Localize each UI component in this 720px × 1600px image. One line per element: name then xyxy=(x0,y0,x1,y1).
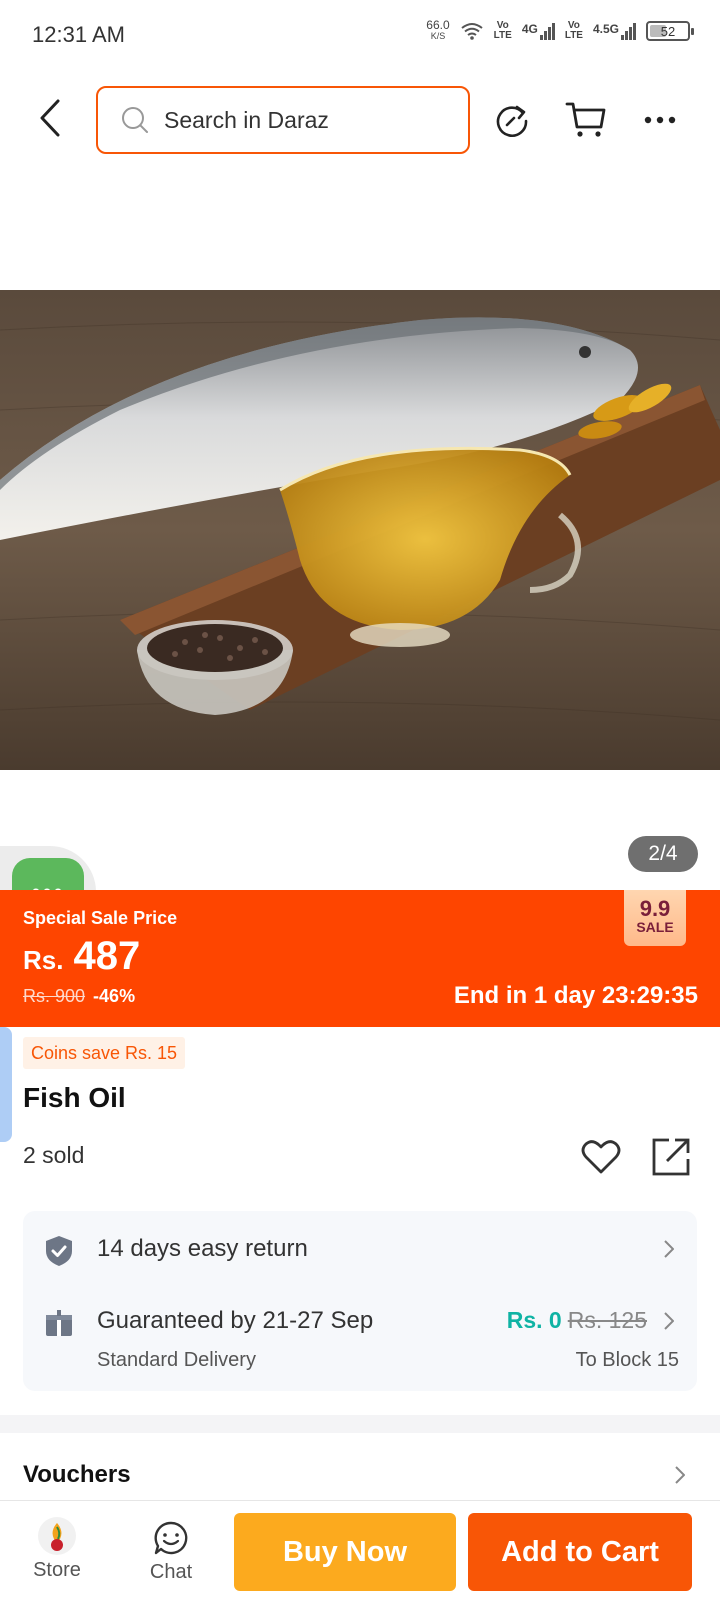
delivery-destination: To Block 15 xyxy=(575,1349,679,1371)
price-amount: 487 xyxy=(73,934,141,978)
section-divider xyxy=(0,1415,720,1433)
signal-bars-icon xyxy=(539,22,555,40)
wifi-icon xyxy=(461,23,483,40)
status-time: 12:31 AM xyxy=(32,22,125,47)
vouchers-label: Vouchers xyxy=(23,1461,131,1488)
battery-level: 52 xyxy=(660,23,676,39)
bottom-action-bar: Store Chat Buy Now Add to Cart xyxy=(0,1500,720,1600)
more-options-button[interactable] xyxy=(638,98,682,142)
return-policy-text: 14 days easy return xyxy=(97,1235,308,1262)
package-icon xyxy=(43,1307,75,1339)
discount-percent: -46% xyxy=(93,986,136,1006)
share-button[interactable] xyxy=(648,1134,694,1180)
network-speed-unit: K/S xyxy=(430,31,446,41)
delivery-fee-current: Rs. 0 xyxy=(506,1307,562,1333)
network-type-2: 4.5G xyxy=(592,22,619,36)
chat-button[interactable]: Chat xyxy=(126,1511,216,1591)
refresh-icon xyxy=(496,105,528,137)
cart-button[interactable] xyxy=(564,98,608,142)
heart-icon xyxy=(581,1140,621,1174)
chevron-right-icon xyxy=(659,1309,679,1333)
sale-badge-label: SALE xyxy=(636,919,674,935)
battery-icon: 52 xyxy=(646,21,694,41)
delivery-fee: Rs. 0 Rs. 125 xyxy=(507,1307,647,1334)
chat-icon xyxy=(154,1521,188,1555)
wishlist-button[interactable] xyxy=(578,1134,624,1180)
original-price-row: Rs. 900 -46% xyxy=(23,986,135,1007)
signal-1: 4G xyxy=(522,22,555,40)
product-image[interactable] xyxy=(0,290,720,770)
store-button[interactable]: Store xyxy=(12,1511,102,1591)
product-gallery[interactable]: ••• 2/4 xyxy=(0,170,720,938)
coins-badge: Coins save Rs. 15 xyxy=(23,1037,186,1069)
delivery-fee-old: Rs. 125 xyxy=(567,1307,647,1333)
chevron-left-icon xyxy=(40,99,60,137)
sale-countdown: End in 1 day 23:29:35 xyxy=(453,982,698,1009)
chat-label: Chat xyxy=(149,1561,193,1583)
volte-indicator-1: Vo LTE xyxy=(493,20,512,41)
service-card: 14 days easy return Guaranteed by 21-27 … xyxy=(23,1211,697,1391)
status-bar: 12:31 AM 66.0 K/S Vo LTE 4G Vo LTE 4.5G 52 xyxy=(0,0,720,70)
top-nav: Search in Daraz xyxy=(0,80,720,156)
buy-now-button[interactable]: Buy Now xyxy=(234,1513,456,1591)
delivery-guarantee-text: Guaranteed by 21-27 Sep xyxy=(97,1307,374,1334)
sale-price: Rs. 487 xyxy=(23,934,140,979)
signal-bars-icon xyxy=(621,22,636,40)
sale-badge-date: 9.9 xyxy=(639,896,671,921)
side-drawer-handle[interactable] xyxy=(0,1027,12,1142)
more-horizontal-icon xyxy=(644,116,676,124)
network-speed: 66.0 K/S xyxy=(426,18,450,42)
network-speed-value: 66.0 xyxy=(426,18,450,32)
chevron-right-icon xyxy=(670,1463,690,1487)
sold-count: 2 sold xyxy=(23,1142,85,1168)
sale-event-badge: 9.9 SALE xyxy=(624,890,686,946)
original-price: Rs. 900 xyxy=(23,986,86,1006)
back-button[interactable] xyxy=(30,96,70,140)
share-icon xyxy=(652,1138,690,1176)
cart-icon xyxy=(565,102,606,137)
store-logo-icon xyxy=(38,1517,76,1555)
store-label: Store xyxy=(33,1559,81,1581)
signal-2: 4.5G xyxy=(593,22,636,40)
search-icon xyxy=(122,107,148,133)
shield-check-icon xyxy=(43,1235,75,1267)
status-icons: 66.0 K/S Vo LTE 4G Vo LTE 4.5G 52 xyxy=(426,18,694,42)
share-refresh-button[interactable] xyxy=(490,98,534,142)
product-title: Fish Oil xyxy=(23,1082,126,1113)
add-to-cart-button[interactable]: Add to Cart xyxy=(468,1513,692,1591)
sale-label: Special Sale Price xyxy=(23,908,178,928)
sale-banner: Special Sale Price Rs. 487 Rs. 900 -46% … xyxy=(0,890,720,1027)
network-type-1: 4G xyxy=(521,22,538,36)
chevron-right-icon xyxy=(659,1237,679,1261)
image-page-indicator: 2/4 xyxy=(628,836,698,872)
search-input[interactable]: Search in Daraz xyxy=(96,86,470,154)
search-placeholder: Search in Daraz xyxy=(164,106,329,133)
delivery-type: Standard Delivery xyxy=(97,1349,256,1371)
vouchers-row[interactable]: Vouchers xyxy=(0,1433,720,1501)
price-currency: Rs. xyxy=(23,945,64,975)
volte-indicator-2: Vo LTE xyxy=(564,20,583,41)
fish-oil-photo xyxy=(0,290,720,770)
